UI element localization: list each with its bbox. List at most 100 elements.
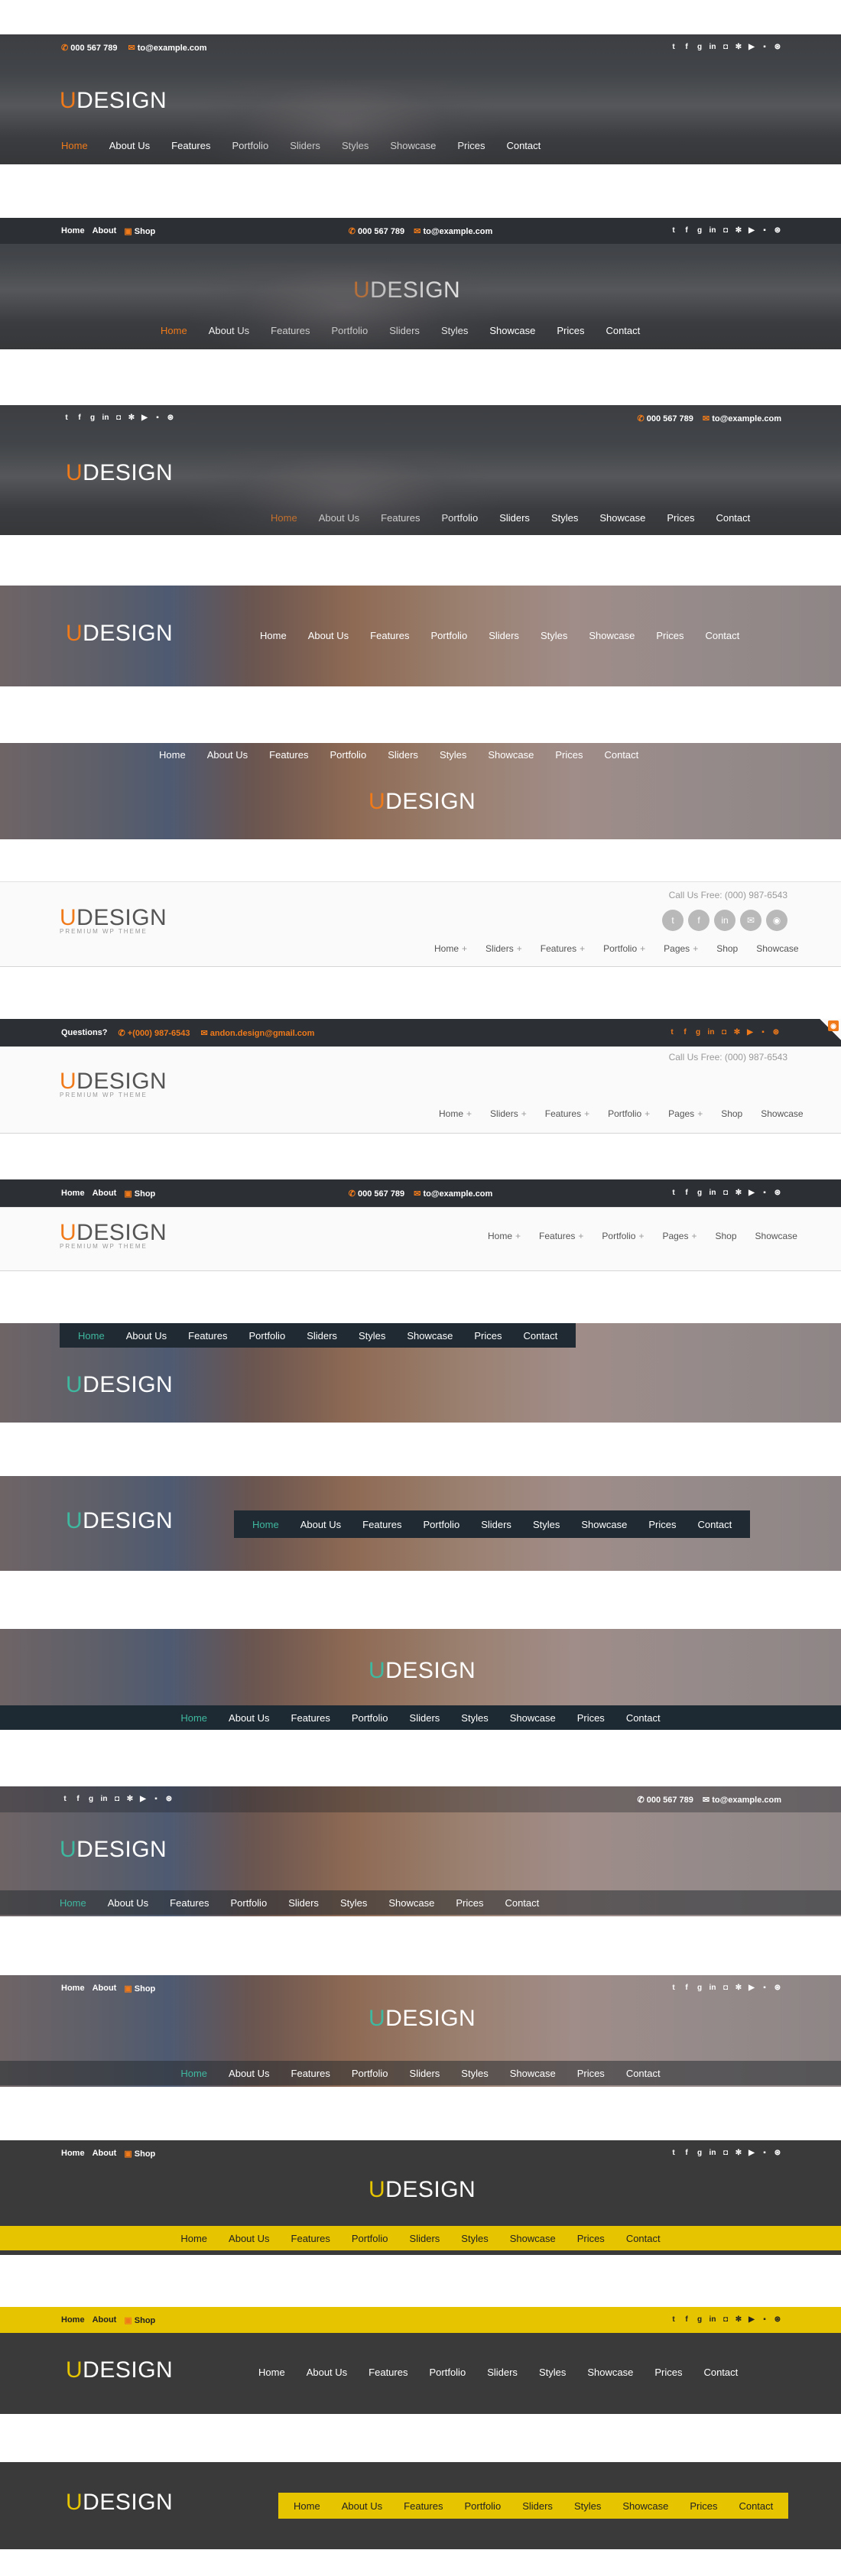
top-link-shop[interactable]: ▣ Shop	[124, 1984, 155, 1994]
logo[interactable]: UDESIGN	[353, 277, 460, 303]
yelp-icon[interactable]: ✻	[735, 1189, 742, 1197]
nav-item-showcase[interactable]: Showcase	[499, 2233, 567, 2244]
nav-item-shop[interactable]: Shop	[706, 1231, 746, 1241]
nav-item-about-us[interactable]: About Us	[218, 2233, 280, 2244]
linkedin-icon[interactable]: in	[709, 227, 716, 235]
nav-item-styles[interactable]: Styles	[330, 1897, 378, 1909]
instagram-icon[interactable]: ◘	[113, 1796, 121, 1803]
linkedin-icon[interactable]: in	[100, 1796, 108, 1803]
nav-item-portfolio[interactable]: Portfolio +	[594, 943, 654, 954]
nav-item-about-us[interactable]: About Us	[297, 630, 359, 641]
facebook-icon[interactable]: f	[681, 1029, 689, 1037]
nav-item-portfolio[interactable]: Portfolio	[238, 1330, 296, 1342]
nav-item-portfolio[interactable]: Portfolio	[341, 2068, 399, 2079]
top-link-home[interactable]: Home	[61, 2149, 85, 2159]
nav-item-home[interactable]: Home	[49, 1897, 97, 1909]
rss-icon[interactable]: ◉	[766, 910, 787, 931]
linkedin-icon[interactable]: in	[102, 414, 109, 422]
youtube-icon[interactable]: ▶	[748, 1189, 755, 1197]
top-link-shop[interactable]: ▣ Shop	[124, 2149, 155, 2159]
nav-item-portfolio[interactable]: Portfolio	[418, 2367, 476, 2378]
yelp-icon[interactable]: ✻	[128, 414, 135, 422]
nav-item-portfolio[interactable]: Portfolio +	[593, 1231, 653, 1241]
linkedin-icon[interactable]: in	[709, 1189, 716, 1197]
logo[interactable]: UDESIGN	[66, 2357, 173, 2383]
phone-contact[interactable]: ✆ 000 567 789	[349, 1189, 404, 1199]
facebook-icon[interactable]: f	[76, 414, 83, 422]
nav-item-home[interactable]: Home	[248, 2367, 296, 2378]
nav-item-contact[interactable]: Contact	[615, 2068, 671, 2079]
nav-item-styles[interactable]: Styles	[541, 512, 589, 524]
nav-item-prices[interactable]: Prices	[567, 1712, 615, 1724]
twitter-icon[interactable]: t	[670, 1984, 677, 1992]
logo[interactable]: UDESIGN	[66, 460, 173, 486]
nav-item-contact[interactable]: Contact	[494, 1897, 550, 1909]
nav-item-home[interactable]: Home +	[425, 943, 476, 954]
top-link-about[interactable]: About	[93, 1984, 117, 1994]
email-contact[interactable]: ✉ to@example.com	[703, 414, 781, 423]
nav-item-sliders[interactable]: Sliders	[278, 1897, 330, 1909]
twitter-icon[interactable]: t	[670, 2149, 677, 2157]
nav-item-about-us[interactable]: About Us	[196, 749, 258, 761]
linkedin-icon[interactable]: in	[709, 44, 716, 51]
nav-item-prices[interactable]: Prices	[446, 140, 495, 151]
nav-item-home[interactable]: Home	[260, 512, 308, 524]
nav-item-styles[interactable]: Styles	[430, 325, 479, 336]
nav-item-showcase[interactable]: Showcase	[396, 1330, 463, 1342]
logo[interactable]: UDESIGN	[66, 621, 173, 647]
nav-item-portfolio[interactable]: Portfolio	[420, 630, 478, 641]
yelp-icon[interactable]: ✻	[735, 2149, 742, 2157]
logo[interactable]: UDESIGN	[66, 1508, 173, 1534]
nav-item-portfolio[interactable]: Portfolio +	[599, 1108, 659, 1119]
nav-item-portfolio[interactable]: Portfolio	[219, 1897, 278, 1909]
nav-item-showcase[interactable]: Showcase	[576, 2367, 644, 2378]
nav-item-contact[interactable]: Contact	[728, 2500, 784, 2512]
twitter-icon[interactable]: t	[670, 44, 677, 51]
youtube-icon[interactable]: ▶	[748, 2149, 755, 2157]
google-plus-icon[interactable]: g	[696, 227, 703, 235]
yelp-icon[interactable]: ✻	[735, 44, 742, 51]
instagram-icon[interactable]: ◘	[722, 2149, 729, 2157]
logo[interactable]: UDESIGN	[66, 2490, 173, 2516]
flickr-icon[interactable]: ▪	[152, 1796, 160, 1803]
flickr-icon[interactable]: ▪	[759, 1029, 767, 1037]
google-plus-icon[interactable]: g	[696, 2316, 703, 2324]
nav-item-sliders[interactable]: Sliders	[296, 1330, 348, 1342]
nav-item-about-us[interactable]: About Us	[218, 2068, 280, 2079]
dribbble-icon[interactable]: ⊛	[165, 1796, 173, 1803]
nav-item-features[interactable]: Features	[281, 2233, 341, 2244]
nav-item-showcase[interactable]: Showcase	[746, 1231, 807, 1241]
google-plus-icon[interactable]: g	[696, 1189, 703, 1197]
nav-item-prices[interactable]: Prices	[638, 1519, 687, 1530]
nav-item-showcase[interactable]: Showcase	[378, 1897, 445, 1909]
twitter-icon[interactable]: t	[670, 2316, 677, 2324]
nav-item-portfolio[interactable]: Portfolio	[320, 325, 378, 336]
nav-item-sliders[interactable]: Sliders	[476, 2367, 528, 2378]
yelp-icon[interactable]: ✻	[733, 1029, 741, 1037]
nav-item-home[interactable]: Home	[170, 1712, 218, 1724]
nav-item-shop[interactable]: Shop	[712, 1108, 752, 1119]
nav-item-sliders[interactable]: Sliders	[511, 2500, 563, 2512]
google-plus-icon[interactable]: g	[696, 1984, 703, 1992]
top-link-about[interactable]: About	[93, 2149, 117, 2159]
nav-item-features[interactable]: Features	[359, 630, 420, 641]
nav-item-styles[interactable]: Styles	[331, 140, 379, 151]
nav-item-sliders[interactable]: Sliders	[399, 2233, 451, 2244]
nav-item-home[interactable]: Home	[50, 140, 99, 151]
phone-contact[interactable]: ✆ 000 567 789	[61, 43, 117, 53]
nav-item-showcase[interactable]: Showcase	[477, 749, 544, 761]
nav-item-about-us[interactable]: About Us	[218, 1712, 280, 1724]
nav-item-features[interactable]: Features +	[536, 1108, 599, 1119]
nav-item-features[interactable]: Features	[159, 1897, 219, 1909]
nav-item-portfolio[interactable]: Portfolio	[341, 2233, 399, 2244]
nav-item-showcase[interactable]: Showcase	[747, 943, 807, 954]
youtube-icon[interactable]: ▶	[139, 1796, 147, 1803]
nav-item-sliders[interactable]: Sliders	[470, 1519, 522, 1530]
nav-item-home[interactable]: Home	[283, 2500, 331, 2512]
nav-item-about-us[interactable]: About Us	[290, 1519, 352, 1530]
instagram-icon[interactable]: ◘	[722, 227, 729, 235]
nav-item-contact[interactable]: Contact	[615, 2233, 671, 2244]
google-plus-icon[interactable]: g	[696, 2149, 703, 2157]
phone-contact[interactable]: ✆ 000 567 789	[637, 414, 693, 423]
nav-item-showcase[interactable]: Showcase	[589, 512, 656, 524]
